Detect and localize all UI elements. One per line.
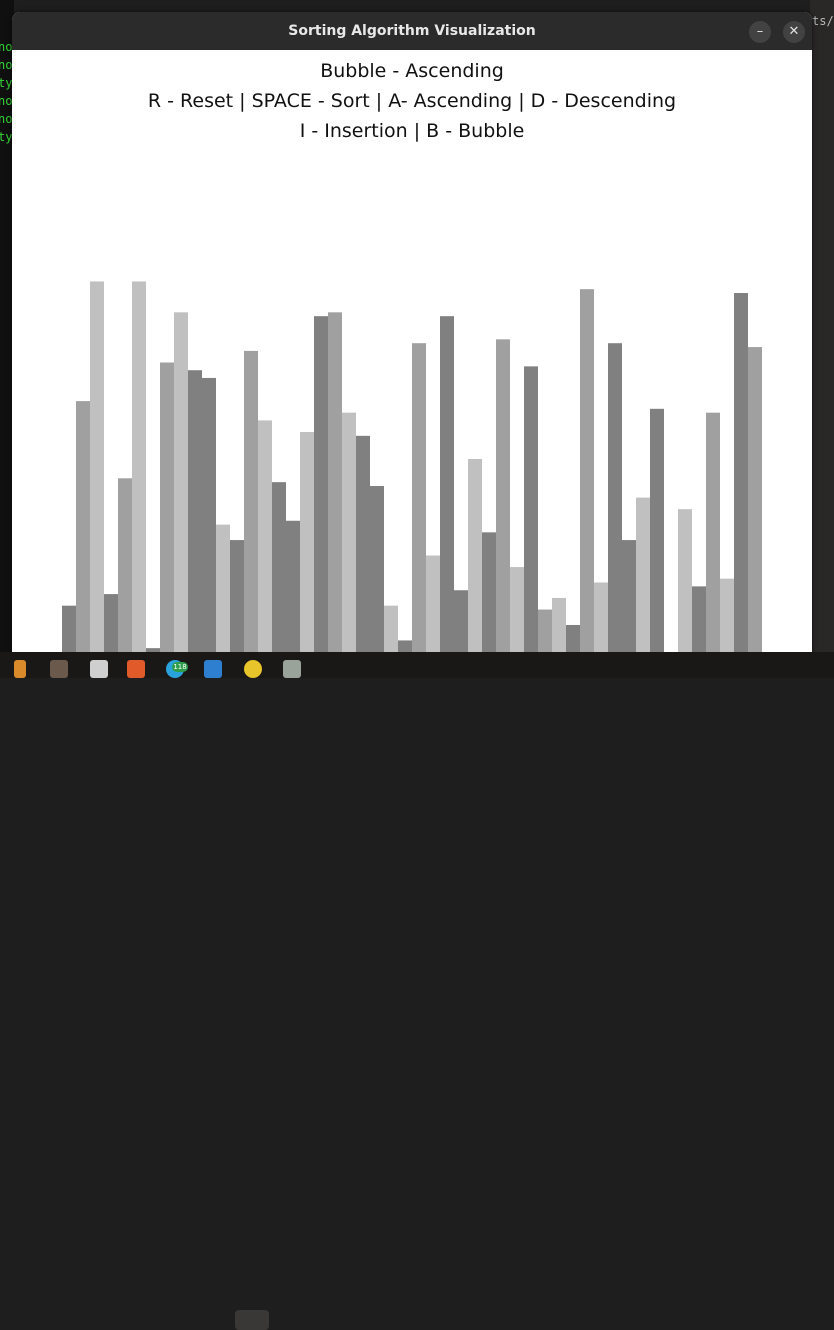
bar xyxy=(636,497,650,652)
bar xyxy=(454,590,468,652)
bar xyxy=(174,312,188,652)
minimize-button[interactable]: – xyxy=(749,21,771,43)
bar xyxy=(468,459,482,652)
dock xyxy=(0,652,834,1330)
terminal-line: no xyxy=(0,58,13,72)
bar xyxy=(678,509,692,652)
brave-icon[interactable] xyxy=(127,660,145,678)
bar xyxy=(692,586,706,652)
close-button[interactable]: ✕ xyxy=(783,21,805,43)
terminal-line: no xyxy=(0,94,13,108)
bar xyxy=(300,431,314,652)
bar xyxy=(748,347,762,652)
bar xyxy=(314,316,328,652)
document-icon[interactable] xyxy=(90,660,108,678)
bar-chart xyxy=(62,281,762,652)
bar xyxy=(272,482,286,652)
bar xyxy=(76,401,90,652)
bar xyxy=(440,316,454,652)
title-bar[interactable]: Sorting Algorithm Visualization – ✕ xyxy=(12,12,812,50)
bar xyxy=(132,281,146,652)
bar xyxy=(538,609,552,652)
bar xyxy=(286,520,300,652)
pencil-icon[interactable] xyxy=(14,660,26,678)
bar xyxy=(230,540,244,652)
bar xyxy=(216,524,230,652)
bar xyxy=(412,343,426,652)
bar xyxy=(104,594,118,652)
background-tab-text: ts/ xyxy=(812,14,834,28)
bar xyxy=(202,377,216,652)
window-title: Sorting Algorithm Visualization xyxy=(288,23,536,39)
bar xyxy=(244,350,258,652)
bar xyxy=(398,640,412,652)
bar xyxy=(188,370,202,652)
background-editor-edge: ts/ xyxy=(810,0,834,660)
notification-badge: 118 xyxy=(172,662,188,672)
calculator-icon[interactable] xyxy=(283,660,301,678)
bar xyxy=(622,540,636,652)
bar xyxy=(496,339,510,652)
bar xyxy=(580,289,594,652)
bar xyxy=(426,555,440,652)
files-icon[interactable] xyxy=(50,660,68,678)
bar xyxy=(482,532,496,652)
bar xyxy=(706,412,720,652)
app-window: Sorting Algorithm Visualization – ✕ Bubb… xyxy=(12,12,812,652)
bar xyxy=(160,362,174,652)
bar xyxy=(62,605,76,652)
bar xyxy=(594,582,608,652)
bar xyxy=(552,597,566,652)
bar xyxy=(566,624,580,652)
bar xyxy=(370,486,384,652)
bar xyxy=(258,420,272,652)
bar xyxy=(356,435,370,652)
bar xyxy=(608,343,622,652)
bar xyxy=(734,293,748,652)
bar xyxy=(118,478,132,652)
bar xyxy=(384,605,398,652)
bar xyxy=(720,578,734,652)
active-app-highlight xyxy=(235,1310,269,1330)
writer-icon[interactable] xyxy=(204,660,222,678)
python-app-icon[interactable] xyxy=(244,660,262,678)
visualization-canvas[interactable]: Bubble - Ascending R - Reset | SPACE - S… xyxy=(12,50,812,652)
bar xyxy=(650,408,664,652)
bar xyxy=(328,312,342,652)
bar xyxy=(510,567,524,652)
terminal-line: ty xyxy=(0,76,13,90)
bar xyxy=(342,412,356,652)
terminal-line: no xyxy=(0,40,13,54)
terminal-line: ty xyxy=(0,130,13,144)
terminal-line: no xyxy=(0,112,13,126)
bar xyxy=(524,366,538,652)
bar xyxy=(90,281,104,652)
